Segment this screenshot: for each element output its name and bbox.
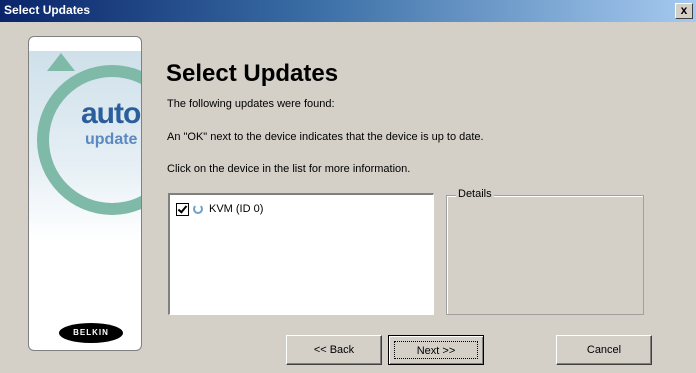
title-bar: Select Updates x — [0, 0, 696, 22]
window-title: Select Updates — [4, 3, 91, 17]
auto-update-banner: auto update BELKIN — [28, 36, 142, 351]
device-list[interactable]: KVM (ID 0) — [168, 193, 434, 315]
details-label: Details — [456, 188, 494, 200]
arrow-head-icon — [47, 53, 75, 71]
device-label[interactable]: KVM (ID 0) — [209, 203, 263, 215]
close-button[interactable]: x — [675, 3, 693, 19]
cancel-button[interactable]: Cancel — [556, 335, 652, 365]
next-button[interactable]: Next >> — [388, 335, 484, 365]
instruction-text-2: An "OK" next to the device indicates tha… — [167, 131, 484, 143]
device-checkbox[interactable] — [176, 202, 189, 216]
instruction-text-1: The following updates were found: — [167, 98, 335, 110]
list-item[interactable]: KVM (ID 0) — [176, 201, 263, 217]
logo-update-text: update — [85, 131, 138, 148]
next-button-label: Next >> — [394, 341, 478, 359]
details-group — [446, 195, 644, 315]
refresh-status-icon — [193, 204, 203, 214]
page-title: Select Updates — [166, 60, 339, 87]
logo-auto-text: auto — [81, 97, 141, 130]
belkin-logo: BELKIN — [59, 323, 123, 343]
back-button[interactable]: << Back — [286, 335, 382, 365]
instruction-text-3: Click on the device in the list for more… — [167, 163, 411, 175]
